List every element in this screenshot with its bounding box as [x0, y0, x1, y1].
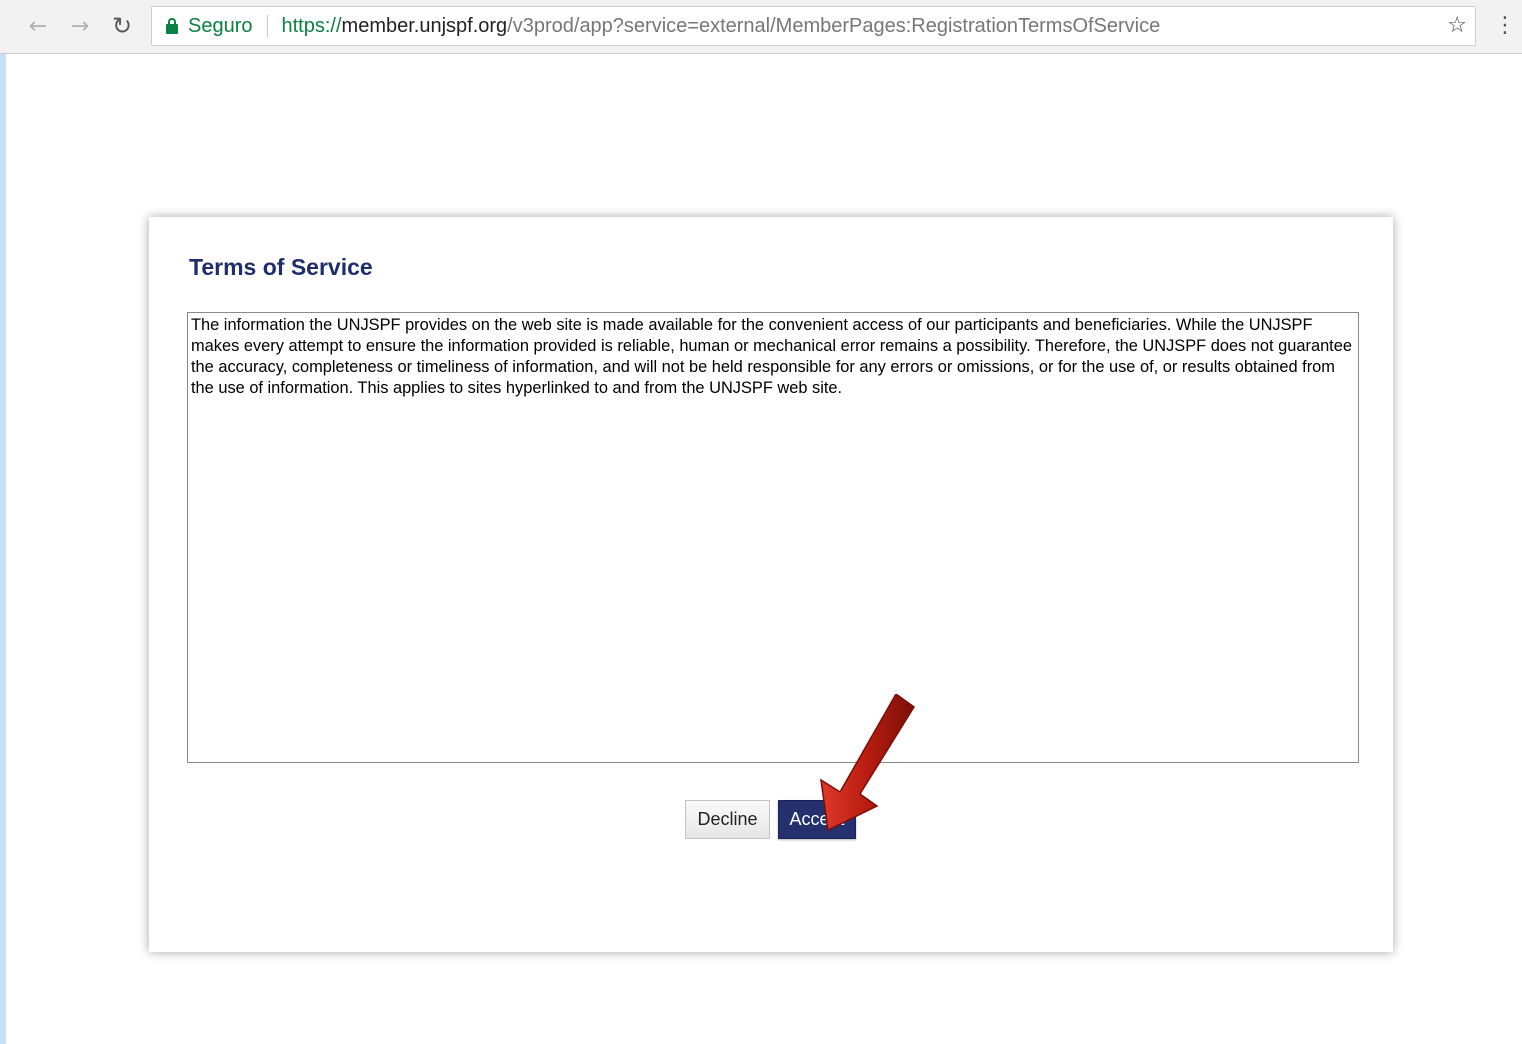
- browser-toolbar: ← → ↻ Seguro https://member.unjspf.org/v…: [0, 0, 1522, 54]
- reload-icon[interactable]: ↻: [108, 12, 136, 40]
- url-path: /v3prod/app?service=external/MemberPages…: [507, 14, 1161, 37]
- url-host: member.unjspf.org: [341, 14, 508, 37]
- url-scheme: https://: [281, 14, 342, 37]
- terms-text-box[interactable]: The information the UNJSPF provides on t…: [187, 312, 1359, 763]
- url-separator: [266, 15, 268, 37]
- lock-icon: [166, 18, 178, 34]
- red-arrow-icon: [820, 694, 916, 832]
- back-arrow-icon[interactable]: ←: [24, 12, 52, 40]
- page-viewport: Terms of Service The information the UNJ…: [6, 54, 1522, 1044]
- secure-label: Seguro: [188, 14, 253, 37]
- forward-arrow-icon[interactable]: →: [66, 12, 94, 40]
- decline-button[interactable]: Decline: [685, 800, 770, 839]
- url-text[interactable]: https://member.unjspf.org/v3prod/app?ser…: [282, 15, 1161, 38]
- menu-dots-icon[interactable]: ⋮: [1494, 10, 1516, 42]
- dialog-title: Terms of Service: [189, 254, 373, 280]
- star-icon[interactable]: ☆: [1447, 13, 1467, 38]
- terms-dialog: Terms of Service The information the UNJ…: [149, 217, 1393, 952]
- address-bar[interactable]: Seguro https://member.unjspf.org/v3prod/…: [151, 6, 1476, 46]
